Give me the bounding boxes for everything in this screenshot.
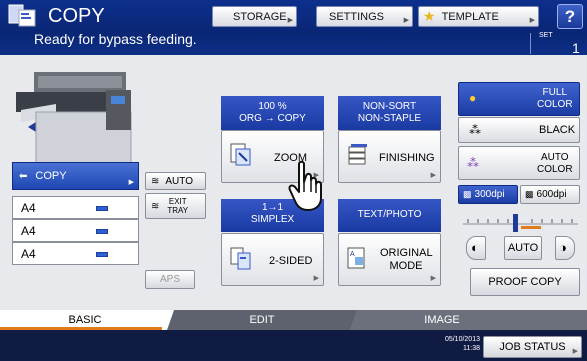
corner-arrow-icon: ▶: [287, 17, 293, 24]
original-type: TEXT/PHOTO: [357, 209, 422, 220]
exit-tray-label-1: EXIT: [168, 197, 187, 206]
auto-color-label-2: COLOR: [537, 164, 573, 175]
full-color-button[interactable]: ● FULL COLOR: [458, 82, 580, 116]
density-lighter-button[interactable]: ◐: [466, 236, 486, 260]
density-scale[interactable]: [463, 208, 578, 236]
corner-arrow-icon: ▶: [313, 275, 319, 282]
res-300-label: 300dpi: [474, 189, 505, 200]
paper-level-icon: [96, 252, 108, 257]
auto-paper-label: AUTO: [165, 175, 193, 187]
corner-arrow-icon: ▶: [572, 348, 578, 355]
original-mode-label-1: ORIGINAL: [380, 247, 433, 259]
job-status-button[interactable]: JOB STATUS ▶: [483, 336, 582, 358]
date: 05/10/2013: [444, 336, 480, 343]
corner-arrow-icon: ▶: [529, 17, 535, 24]
copy-tray-selector[interactable]: ⬅ COPY ▶: [12, 162, 139, 190]
copy-icon: [8, 4, 36, 27]
set-label: SET: [539, 32, 553, 39]
paper-tray-1[interactable]: A4: [12, 196, 139, 219]
black-button[interactable]: ⁂ BLACK: [458, 117, 580, 143]
staple-mode: NON-STAPLE: [357, 113, 422, 124]
lighter-icon: ◐: [471, 240, 479, 255]
tray-size-label: A4: [21, 200, 36, 215]
exit-tray-icon: ≋: [151, 200, 160, 212]
zoom-ratio: 100 %: [258, 101, 287, 112]
black-toner-icon: ⁂: [469, 123, 481, 137]
two-sided-icon: [230, 247, 251, 270]
paper-tray-3[interactable]: A4: [12, 242, 139, 265]
template-label: TEMPLATE: [441, 10, 499, 23]
auto-color-label-1: AUTO: [540, 152, 569, 163]
density-auto-button[interactable]: AUTO: [504, 236, 542, 260]
zoom-status: 100 % ORG → COPY: [221, 96, 324, 130]
original-mode-icon: A: [347, 247, 365, 269]
settings-label: SETTINGS: [329, 10, 385, 23]
resolution-600-button[interactable]: ▩ 600dpi: [520, 185, 580, 204]
page-title: COPY: [48, 5, 105, 27]
zoom-icon: [230, 143, 251, 166]
corner-arrow-icon: ▶: [128, 179, 134, 186]
auto-color-icon: ⁂: [467, 156, 479, 170]
checker-icon: ▩: [525, 189, 534, 199]
copy-tray-label: COPY: [35, 170, 67, 182]
auto-color-button[interactable]: ⁂ AUTO COLOR: [458, 146, 580, 180]
full-color-icon: ●: [469, 91, 477, 105]
density-darker-button[interactable]: ◑: [555, 236, 575, 260]
original-mode-label-2: MODE: [389, 260, 423, 272]
sort-mode: NON-SORT: [362, 101, 417, 112]
tray-size-label: A4: [21, 223, 36, 238]
paper-tray-2[interactable]: A4: [12, 219, 139, 242]
corner-arrow-icon: ▶: [403, 17, 409, 24]
paper-level-icon: [96, 229, 108, 234]
exit-tray-button[interactable]: ≋ EXIT TRAY: [145, 193, 206, 219]
set-count: 1: [572, 40, 580, 56]
two-sided-label: 2-SIDED: [269, 255, 313, 267]
copy-tray-icon: ⬅: [19, 170, 28, 182]
checker-icon: ▩: [463, 189, 472, 199]
job-status-label: JOB STATUS: [499, 341, 566, 353]
storage-button[interactable]: STORAGE ▶: [212, 6, 297, 27]
finishing-icon: [348, 144, 367, 165]
proof-copy-button[interactable]: PROOF COPY: [470, 268, 580, 296]
finishing-label: FINISHING: [379, 152, 435, 164]
res-600-label: 600dpi: [536, 189, 567, 200]
two-sided-button[interactable]: 2-SIDED ▶: [221, 233, 324, 286]
finishing-status: NON-SORT NON-STAPLE: [338, 96, 441, 130]
full-color-label-2: COLOR: [537, 99, 573, 110]
resolution-300-button[interactable]: ▩ 300dpi: [458, 185, 518, 204]
corner-arrow-icon: ▶: [430, 172, 436, 179]
exit-tray-label-2: TRAY: [167, 206, 189, 215]
corner-arrow-icon: ▶: [430, 275, 436, 282]
black-label: BLACK: [539, 124, 576, 136]
original-mode-button[interactable]: A ORIGINAL MODE ▶: [338, 233, 441, 286]
original-mode-status: TEXT/PHOTO: [338, 199, 441, 232]
tab-basic[interactable]: BASIC: [0, 310, 170, 330]
density-marker[interactable]: [513, 214, 518, 232]
star-icon: ★: [423, 8, 436, 24]
tray-icon: ≋: [151, 175, 160, 187]
date-time: 05/10/2013 11:38: [422, 335, 480, 353]
hand-pointer-icon: [288, 160, 322, 211]
help-button[interactable]: ?: [557, 4, 583, 29]
settings-button[interactable]: SETTINGS ▶: [316, 6, 413, 27]
status-message: Ready for bypass feeding.: [34, 31, 197, 47]
paper-level-icon: [96, 206, 108, 211]
divider: [530, 33, 531, 54]
tab-edit[interactable]: EDIT: [172, 310, 352, 330]
finishing-button[interactable]: FINISHING ▶: [338, 130, 441, 183]
tab-image[interactable]: IMAGE: [352, 310, 532, 330]
time: 11:38: [463, 345, 480, 352]
tray-size-label: A4: [21, 246, 36, 261]
template-button[interactable]: ★ TEMPLATE ▶: [418, 6, 539, 27]
full-color-label-1: FULL: [542, 87, 567, 98]
aps-button[interactable]: APS: [145, 270, 195, 289]
svg-text:A: A: [350, 251, 355, 258]
darker-icon: ◑: [559, 240, 567, 255]
auto-paper-button[interactable]: ≋ AUTO: [145, 172, 206, 190]
storage-label: STORAGE: [233, 10, 287, 23]
zoom-org-copy: ORG → COPY: [239, 113, 306, 124]
duplex-name: SIMPLEX: [250, 214, 295, 225]
